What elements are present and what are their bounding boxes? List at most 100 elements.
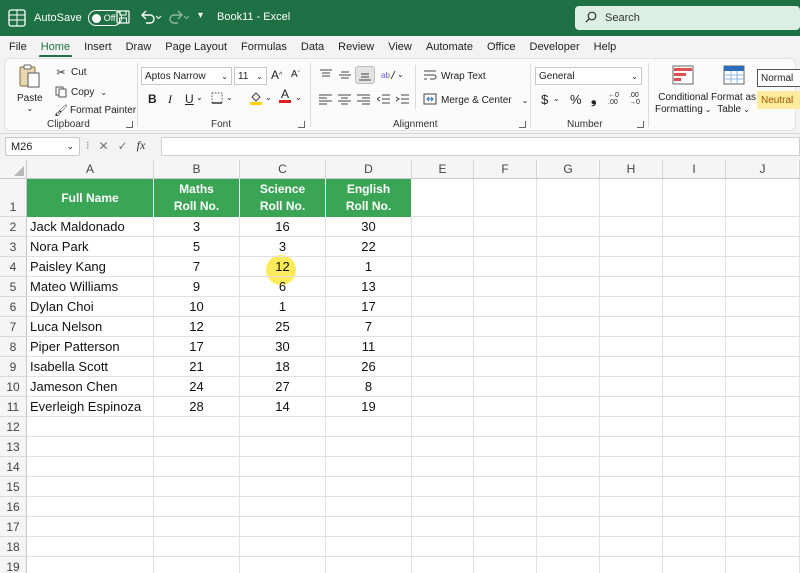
cell-style-normal[interactable]: Normal bbox=[757, 69, 800, 87]
cell-h8[interactable] bbox=[600, 337, 663, 357]
font-launcher-icon[interactable] bbox=[298, 121, 305, 128]
table-cell-maths[interactable]: 9 bbox=[154, 277, 240, 297]
column-header-f[interactable]: F bbox=[474, 160, 537, 179]
cell-e14[interactable] bbox=[412, 457, 474, 477]
cell-b18[interactable] bbox=[154, 537, 240, 557]
cell-j6[interactable] bbox=[726, 297, 800, 317]
row-header-11[interactable]: 11 bbox=[0, 397, 27, 417]
cell-g3[interactable] bbox=[537, 237, 600, 257]
cell-f18[interactable] bbox=[474, 537, 537, 557]
row-header-18[interactable]: 18 bbox=[0, 537, 27, 557]
header-full-name[interactable]: Full Name bbox=[27, 179, 154, 217]
cell-i19[interactable] bbox=[663, 557, 726, 573]
redo-icon[interactable] bbox=[168, 9, 190, 25]
orientation-dropdown-icon[interactable]: ⌄ bbox=[397, 70, 404, 79]
cell-g7[interactable] bbox=[537, 317, 600, 337]
cell-g6[interactable] bbox=[537, 297, 600, 317]
cell-b12[interactable] bbox=[154, 417, 240, 437]
format-painter-button[interactable]: 🖌 Format Painter bbox=[53, 102, 136, 118]
cell-e13[interactable] bbox=[412, 437, 474, 457]
cell-i16[interactable] bbox=[663, 497, 726, 517]
cell-d14[interactable] bbox=[326, 457, 412, 477]
tab-file[interactable]: File bbox=[9, 41, 27, 53]
cell-g8[interactable] bbox=[537, 337, 600, 357]
cell-e12[interactable] bbox=[412, 417, 474, 437]
cell-f7[interactable] bbox=[474, 317, 537, 337]
cell-d19[interactable] bbox=[326, 557, 412, 573]
table-cell-science[interactable]: 1 bbox=[240, 297, 326, 317]
cell-j4[interactable] bbox=[726, 257, 800, 277]
clipboard-launcher-icon[interactable] bbox=[126, 121, 133, 128]
row-header-15[interactable]: 15 bbox=[0, 477, 27, 497]
cell-i15[interactable] bbox=[663, 477, 726, 497]
select-all-corner[interactable] bbox=[0, 160, 27, 179]
row-header-10[interactable]: 10 bbox=[0, 377, 27, 397]
tab-automate[interactable]: Automate bbox=[426, 41, 473, 53]
row-header-4[interactable]: 4 bbox=[0, 257, 27, 277]
cell-e1[interactable] bbox=[412, 179, 474, 217]
align-left-icon[interactable] bbox=[319, 94, 332, 105]
table-cell-name[interactable]: Jack Maldonado bbox=[27, 217, 154, 237]
orientation-icon[interactable]: ab bbox=[381, 69, 397, 81]
cell-f15[interactable] bbox=[474, 477, 537, 497]
cell-g4[interactable] bbox=[537, 257, 600, 277]
cell-e18[interactable] bbox=[412, 537, 474, 557]
cell-c13[interactable] bbox=[240, 437, 326, 457]
cell-d12[interactable] bbox=[326, 417, 412, 437]
table-cell-name[interactable]: Mateo Williams bbox=[27, 277, 154, 297]
cell-g11[interactable] bbox=[537, 397, 600, 417]
cell-f9[interactable] bbox=[474, 357, 537, 377]
enter-icon[interactable]: ✓ bbox=[118, 139, 128, 153]
bold-icon[interactable]: B bbox=[148, 92, 157, 106]
cell-i1[interactable] bbox=[663, 179, 726, 217]
cell-c16[interactable] bbox=[240, 497, 326, 517]
cell-h19[interactable] bbox=[600, 557, 663, 573]
table-cell-maths[interactable]: 28 bbox=[154, 397, 240, 417]
cell-i2[interactable] bbox=[663, 217, 726, 237]
cell-f12[interactable] bbox=[474, 417, 537, 437]
worksheet-grid[interactable]: A B C D E F G H I J 1 2 3 4 5 6 7 8 9 10 11 12 13 14 15 16 17 18 19 F… bbox=[0, 160, 800, 573]
table-cell-science[interactable]: 6 bbox=[240, 277, 326, 297]
header-english-roll[interactable]: English Roll No. bbox=[326, 179, 412, 217]
cell-e16[interactable] bbox=[412, 497, 474, 517]
cell-b13[interactable] bbox=[154, 437, 240, 457]
italic-icon[interactable]: I bbox=[168, 92, 172, 107]
tab-office[interactable]: Office bbox=[487, 41, 516, 53]
cell-i6[interactable] bbox=[663, 297, 726, 317]
row-header-1[interactable]: 1 bbox=[0, 179, 27, 217]
cell-f19[interactable] bbox=[474, 557, 537, 573]
cell-j16[interactable] bbox=[726, 497, 800, 517]
cell-e6[interactable] bbox=[412, 297, 474, 317]
cell-e17[interactable] bbox=[412, 517, 474, 537]
cell-b14[interactable] bbox=[154, 457, 240, 477]
borders-dropdown-icon[interactable]: ⌄ bbox=[226, 93, 233, 102]
table-cell-science[interactable]: 3 bbox=[240, 237, 326, 257]
table-cell-name[interactable]: Luca Nelson bbox=[27, 317, 154, 337]
table-cell-maths[interactable]: 10 bbox=[154, 297, 240, 317]
row-header-7[interactable]: 7 bbox=[0, 317, 27, 337]
cell-j5[interactable] bbox=[726, 277, 800, 297]
cell-h18[interactable] bbox=[600, 537, 663, 557]
row-header-5[interactable]: 5 bbox=[0, 277, 27, 297]
tab-review[interactable]: Review bbox=[338, 41, 374, 53]
cell-b15[interactable] bbox=[154, 477, 240, 497]
cell-g18[interactable] bbox=[537, 537, 600, 557]
cell-j13[interactable] bbox=[726, 437, 800, 457]
cell-i4[interactable] bbox=[663, 257, 726, 277]
table-cell-name[interactable]: Nora Park bbox=[27, 237, 154, 257]
cell-i12[interactable] bbox=[663, 417, 726, 437]
cell-e10[interactable] bbox=[412, 377, 474, 397]
column-header-g[interactable]: G bbox=[537, 160, 600, 179]
cell-style-neutral[interactable]: Neutral bbox=[757, 91, 800, 109]
cell-g16[interactable] bbox=[537, 497, 600, 517]
merge-center-button[interactable]: Merge & Center ⌄ bbox=[423, 93, 528, 108]
cell-e8[interactable] bbox=[412, 337, 474, 357]
cell-j2[interactable] bbox=[726, 217, 800, 237]
table-cell-english[interactable]: 17 bbox=[326, 297, 412, 317]
format-as-table-button[interactable]: Format as Table ⌄ bbox=[711, 65, 756, 116]
cell-i10[interactable] bbox=[663, 377, 726, 397]
cell-c14[interactable] bbox=[240, 457, 326, 477]
align-right-icon[interactable] bbox=[357, 94, 370, 105]
cell-c17[interactable] bbox=[240, 517, 326, 537]
cell-i5[interactable] bbox=[663, 277, 726, 297]
